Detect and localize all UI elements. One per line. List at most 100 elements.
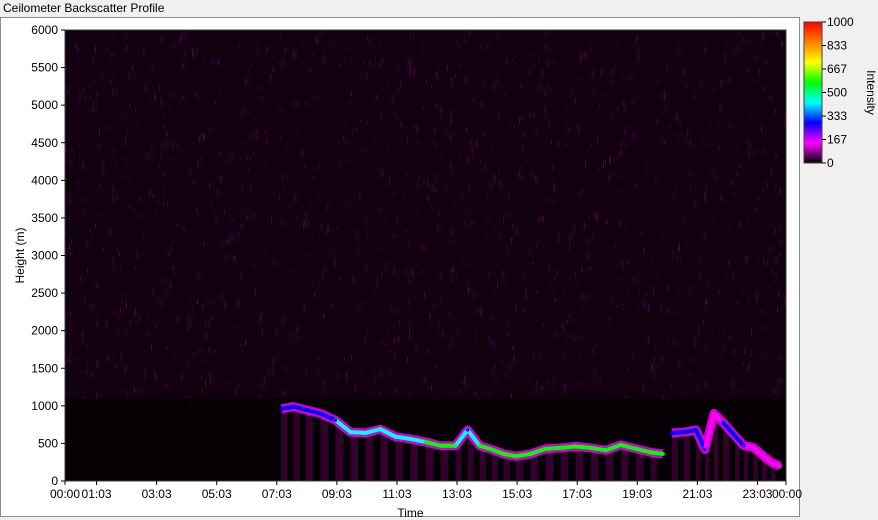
background-noise <box>366 216 368 224</box>
background-noise <box>473 393 475 397</box>
background-noise <box>372 248 374 252</box>
background-noise <box>112 309 114 315</box>
background-noise <box>744 349 746 355</box>
background-noise <box>101 213 103 217</box>
background-noise <box>760 163 762 166</box>
background-noise <box>127 390 129 398</box>
x-tick-label: 19:03 <box>622 487 652 501</box>
background-noise <box>365 231 367 234</box>
background-noise <box>275 160 277 164</box>
background-noise <box>182 63 184 69</box>
background-noise <box>748 323 750 326</box>
background-noise <box>409 393 411 396</box>
background-noise <box>506 212 508 218</box>
background-noise <box>536 386 538 393</box>
late-layer-streak <box>704 449 710 481</box>
background-noise <box>379 245 380 252</box>
background-noise <box>761 326 763 330</box>
background-noise <box>699 82 701 89</box>
background-noise <box>170 282 172 290</box>
background-noise <box>653 357 655 363</box>
background-noise <box>431 84 433 88</box>
background-noise <box>218 59 220 66</box>
background-noise <box>359 192 361 200</box>
background-noise <box>451 277 453 282</box>
background-noise <box>193 352 195 358</box>
background-noise <box>243 309 244 312</box>
background-noise <box>621 303 623 306</box>
background-noise <box>452 64 454 68</box>
background-noise <box>503 217 504 224</box>
background-noise <box>85 183 86 188</box>
background-noise <box>440 295 442 303</box>
background-noise <box>451 391 453 395</box>
background-noise <box>519 38 521 41</box>
background-noise <box>126 158 128 165</box>
background-noise <box>484 166 486 171</box>
background-noise <box>154 145 156 149</box>
background-noise <box>548 82 550 87</box>
background-noise <box>122 112 124 115</box>
background-noise <box>631 101 633 105</box>
background-noise <box>720 309 722 313</box>
background-noise <box>726 165 728 171</box>
background-noise <box>321 30 323 35</box>
background-noise <box>381 227 383 233</box>
background-noise <box>162 193 164 199</box>
background-noise <box>501 225 503 228</box>
background-noise <box>449 343 451 348</box>
background-noise <box>322 274 324 281</box>
background-noise <box>94 45 96 54</box>
background-noise <box>607 78 609 84</box>
cloud-layer-streak <box>293 406 300 481</box>
background-noise <box>407 356 409 363</box>
background-noise <box>708 121 710 125</box>
background-noise <box>702 141 704 145</box>
late-layer-point <box>742 444 746 448</box>
late-layer-point <box>712 411 716 415</box>
background-noise <box>321 223 323 231</box>
background-noise <box>229 161 231 165</box>
background-noise <box>591 295 593 299</box>
chart-frame: 0 500 1000 1500 2000 2500 3000 3500 4000 4500 5000… <box>0 15 878 520</box>
background-noise <box>502 281 504 286</box>
background-noise <box>70 252 72 256</box>
background-noise <box>96 91 98 97</box>
background-noise <box>227 238 229 244</box>
y-tick-label: 5500 <box>31 61 58 75</box>
background-noise <box>764 347 765 355</box>
background-noise <box>405 267 407 275</box>
background-noise <box>704 381 706 390</box>
background-noise <box>170 245 172 251</box>
background-noise <box>409 327 410 336</box>
background-noise <box>511 346 513 351</box>
cloud-layer-point <box>423 440 428 444</box>
background-noise <box>628 74 630 80</box>
x-tick-label: 01:03 <box>82 487 112 501</box>
cloud-layer-point <box>348 430 352 434</box>
background-noise <box>116 112 118 118</box>
background-noise <box>112 261 114 269</box>
background-noise <box>460 322 462 330</box>
background-noise <box>450 109 452 117</box>
background-noise <box>494 363 496 370</box>
background-noise <box>649 285 651 289</box>
background-noise <box>670 383 672 389</box>
background-noise <box>515 305 517 313</box>
background-noise <box>746 254 747 262</box>
background-noise <box>629 355 631 359</box>
background-noise <box>177 144 179 148</box>
background-noise <box>285 45 287 52</box>
x-tick-label: 05:03 <box>202 487 232 501</box>
background-noise <box>107 46 109 53</box>
background-noise <box>172 372 174 377</box>
background-noise <box>435 365 437 368</box>
background-noise <box>247 156 249 160</box>
background-noise <box>635 48 637 52</box>
background-noise <box>416 126 418 133</box>
background-noise <box>237 198 239 202</box>
background-noise <box>567 128 569 133</box>
background-noise <box>623 101 625 106</box>
background-noise <box>239 110 241 114</box>
background-noise <box>435 145 437 149</box>
